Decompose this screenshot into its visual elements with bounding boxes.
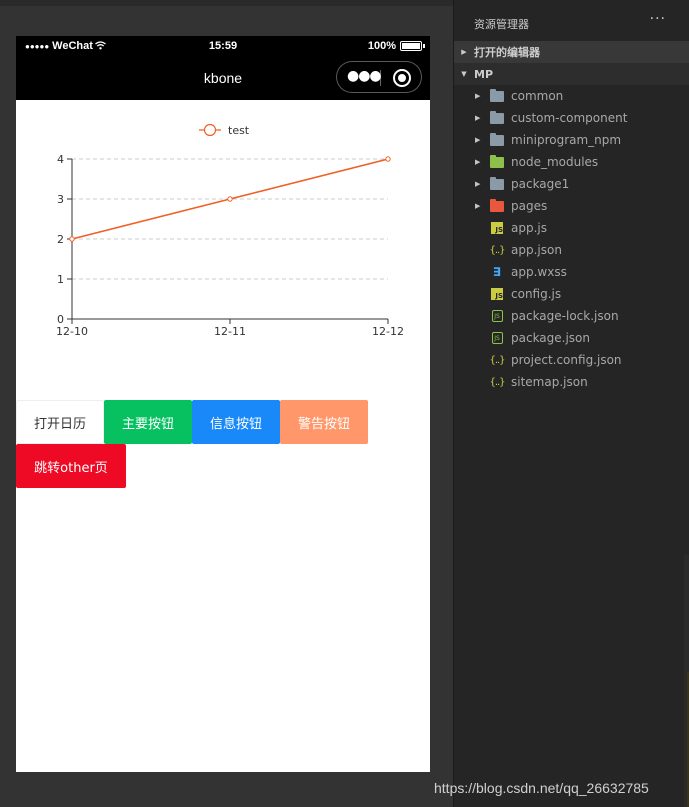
tree-item[interactable]: ∃ app.wxss <box>454 261 689 283</box>
warning-button[interactable]: 警告按钮 <box>280 400 368 444</box>
project-section[interactable]: ▼ MP <box>454 63 689 85</box>
data-point <box>69 236 75 242</box>
expand-arrow-icon: ▶ <box>475 92 481 100</box>
more-dots-icon[interactable]: ●●● <box>347 68 382 84</box>
tree-item[interactable]: ▶ miniprogram_npm <box>454 129 689 151</box>
tree-item-label: pages <box>511 199 548 213</box>
tree-item-label: node_modules <box>511 155 599 169</box>
simulator-top-strip <box>0 0 453 6</box>
legend-marker <box>203 123 217 137</box>
x-tick-label: 12-11 <box>214 325 246 338</box>
node-file-icon: JS <box>490 332 504 344</box>
expand-arrow-icon: ▶ <box>475 202 481 210</box>
data-point <box>227 196 233 202</box>
info-button[interactable]: 信息按钮 <box>192 400 280 444</box>
json-file-icon: {..} <box>489 376 505 388</box>
tree-item[interactable]: ▶ pages <box>454 195 689 217</box>
menu-capsule: ●●● <box>336 61 422 93</box>
tree-item[interactable]: ▶ custom-component <box>454 107 689 129</box>
expanded-caret-icon: ▼ <box>461 70 467 78</box>
project-label: MP <box>474 67 494 81</box>
js-file-icon: JS <box>490 222 504 234</box>
chart-svg: test0123412-10 12-11 12-12 <box>56 123 404 338</box>
tree-item-label: project.config.json <box>511 353 622 367</box>
more-actions-icon[interactable]: ··· <box>650 11 666 27</box>
tree-item[interactable]: JS package.json <box>454 327 689 349</box>
tree-item-label: config.js <box>511 287 562 301</box>
battery-indicator: 100% <box>367 40 425 52</box>
tree-item[interactable]: {..} app.json <box>454 239 689 261</box>
tree-item[interactable]: {..} project.config.json <box>454 349 689 371</box>
css-file-icon: ∃ <box>492 265 502 279</box>
tree-item-label: common <box>511 89 564 103</box>
folder-icon <box>490 176 504 190</box>
battery-icon <box>400 41 425 51</box>
battery-percent: 100% <box>367 40 396 52</box>
tree-item[interactable]: ▶ common <box>454 85 689 107</box>
y-tick-label: 1 <box>57 273 64 286</box>
tree-item-label: miniprogram_npm <box>511 133 622 147</box>
open-editors-section[interactable]: ▶ 打开的编辑器 <box>454 41 689 63</box>
tree-item[interactable]: JS package-lock.json <box>454 305 689 327</box>
node-file-icon: JS <box>490 310 504 322</box>
tree-item-label: package-lock.json <box>511 309 619 323</box>
folder-icon <box>490 132 504 146</box>
folder-icon <box>490 110 504 124</box>
expand-arrow-icon: ▶ <box>475 180 481 188</box>
phone-screen: ●●●●● WeChat 15:59 100% kbone ●●● test 0 1… <box>16 36 430 772</box>
pages-folder-icon <box>490 198 504 212</box>
open-editors-label: 打开的编辑器 <box>474 46 540 59</box>
expand-arrow-icon: ▶ <box>475 136 481 144</box>
tree-item[interactable]: ▶ package1 <box>454 173 689 195</box>
tree-item-label: custom-component <box>511 111 628 125</box>
line-chart: test 0 1 2 3 4 12-10 12-11 12-12 <box>16 100 430 360</box>
collapsed-caret-icon: ▶ <box>461 48 467 56</box>
y-tick-label: 3 <box>57 193 64 206</box>
tree-item-label: app.wxss <box>511 265 567 279</box>
data-point <box>385 156 391 162</box>
tree-item-label: package.json <box>511 331 591 345</box>
open-calendar-button[interactable]: 打开日历 <box>16 400 104 444</box>
node-folder-icon <box>490 154 504 168</box>
expand-arrow-icon: ▶ <box>475 158 481 166</box>
watermark-text: https://blog.csdn.net/qq_26632785 <box>434 780 649 796</box>
x-tick-label: 12-10 <box>56 325 88 338</box>
tree-item-label: app.js <box>511 221 547 235</box>
simulator-pane: ●●●●● WeChat 15:59 100% kbone ●●● test 0 1… <box>0 0 453 807</box>
x-tick-label: 12-12 <box>372 325 404 338</box>
tree-item[interactable]: JS config.js <box>454 283 689 305</box>
tree-item-label: sitemap.json <box>511 375 588 389</box>
legend-label: test <box>228 124 250 137</box>
explorer-title: 资源管理器 <box>474 18 529 31</box>
tree-item[interactable]: JS app.js <box>454 217 689 239</box>
close-target-icon[interactable] <box>393 69 411 87</box>
y-tick-label: 2 <box>57 233 64 246</box>
primary-button[interactable]: 主要按钮 <box>104 400 192 444</box>
go-other-page-button[interactable]: 跳转other页 <box>16 444 126 488</box>
expand-arrow-icon: ▶ <box>475 114 481 122</box>
tree-item[interactable]: ▶ node_modules <box>454 151 689 173</box>
nav-bar: kbone ●●● <box>16 58 430 100</box>
js-file-icon: JS <box>490 288 504 300</box>
tree-item[interactable]: {..} sitemap.json <box>454 371 689 393</box>
y-tick-label: 4 <box>57 153 64 166</box>
tree-item-label: package1 <box>511 177 570 191</box>
json-file-icon: {..} <box>489 244 505 256</box>
json-file-icon: {..} <box>489 354 505 366</box>
file-tree: ▶ common ▶ custom-component ▶ miniprogram_npm… <box>454 85 689 393</box>
status-bar: ●●●●● WeChat 15:59 100% <box>16 36 430 58</box>
capsule-divider <box>380 70 381 86</box>
tree-item-label: app.json <box>511 243 562 257</box>
explorer-pane: 资源管理器 ··· ▶ 打开的编辑器 ▼ MP ▶ common ▶ custom-c… <box>453 0 689 807</box>
explorer-header: 资源管理器 ··· <box>454 0 689 44</box>
folder-icon <box>490 88 504 102</box>
